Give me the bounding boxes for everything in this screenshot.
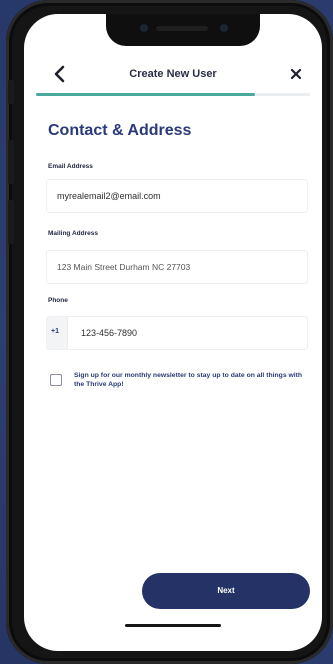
- newsletter-label: Sign up for our monthly newsletter to st…: [74, 372, 303, 388]
- phone-value: 123-456-7890: [81, 328, 138, 338]
- close-icon[interactable]: [286, 64, 306, 84]
- front-camera-icon: [220, 24, 228, 32]
- notch: [106, 14, 260, 46]
- page-title: Create New User: [129, 68, 217, 80]
- email-value: myrealemail2@email.com: [57, 191, 161, 201]
- mute-switch: [8, 80, 14, 104]
- country-code-prefix[interactable]: +1: [47, 317, 68, 349]
- phone-field[interactable]: +1 123-456-7890: [46, 316, 308, 350]
- volume-up-button: [8, 140, 14, 184]
- mailing-address-label: Mailing Address: [48, 230, 98, 237]
- phone-label: Phone: [48, 297, 68, 304]
- sensor-icon: [140, 24, 148, 32]
- home-indicator[interactable]: [125, 624, 221, 627]
- top-bar: Create New User: [24, 58, 322, 92]
- phone-frame: Create New User Contact & Address Email …: [6, 0, 333, 664]
- mailing-address-value: 123 Main Street Durham NC 27703: [57, 262, 191, 272]
- email-field[interactable]: myrealemail2@email.com: [46, 179, 308, 213]
- speaker-grille: [156, 26, 208, 31]
- mailing-address-field[interactable]: 123 Main Street Durham NC 27703: [46, 250, 308, 284]
- volume-down-button: [8, 200, 14, 244]
- next-button[interactable]: Next: [142, 573, 310, 609]
- phone-screen: Create New User Contact & Address Email …: [24, 14, 322, 651]
- progress-bar: [36, 93, 310, 96]
- newsletter-checkbox[interactable]: [50, 374, 62, 386]
- progress-fill: [36, 93, 256, 96]
- country-code: +1: [51, 328, 59, 335]
- email-label: Email Address: [48, 163, 93, 170]
- section-heading: Contact & Address: [48, 122, 192, 139]
